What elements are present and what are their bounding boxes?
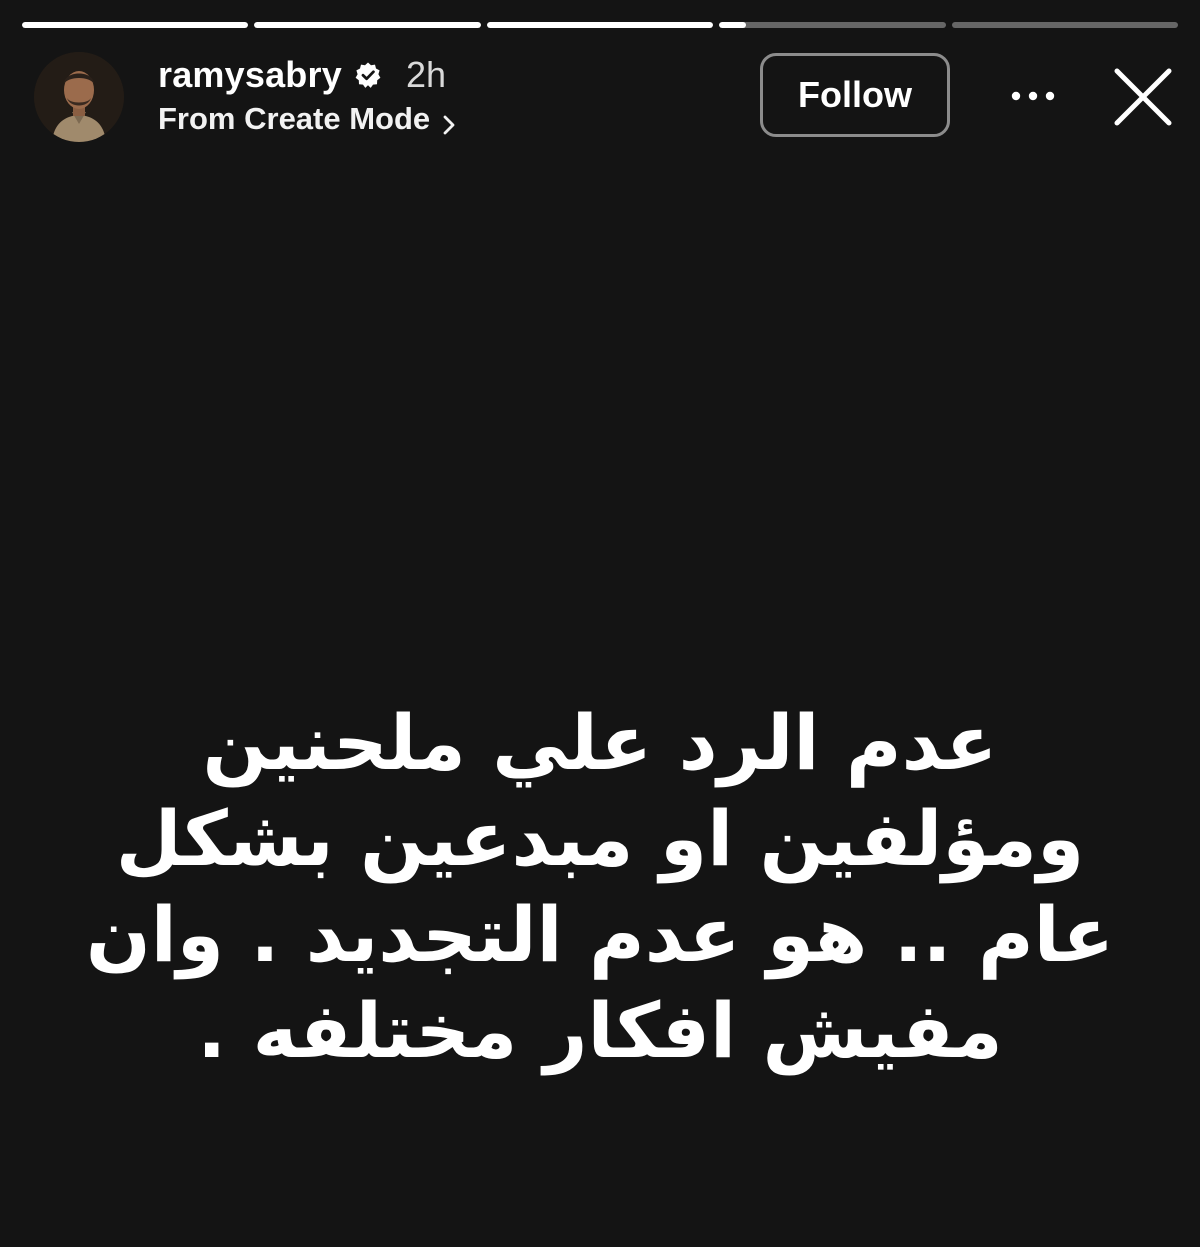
close-icon[interactable] [1112,66,1174,128]
create-mode-link[interactable]: From Create Mode [158,98,456,140]
progress-segment [22,22,249,28]
progress-segment [254,22,481,28]
progress-segment-fill [254,22,481,28]
post-time: 2h [405,54,446,95]
avatar-photo [34,52,124,142]
avatar[interactable] [34,52,124,142]
username[interactable]: ramysabry [158,54,342,96]
story-text: عدم الرد علي ملحنين ومؤلفين او مبدعين بش… [85,698,1115,1075]
progress-segment [486,22,714,28]
progress-segment-fill [486,22,714,28]
follow-button[interactable]: Follow [760,53,950,137]
more-horizontal-icon[interactable] [1004,74,1062,118]
progress-segment [719,22,946,28]
create-mode-label: From Create Mode [158,101,431,136]
story-progress-bar [22,22,1179,28]
chevron-right-icon [442,108,456,135]
verified-badge-icon [354,61,382,89]
progress-segment-fill [719,22,747,28]
progress-segment [951,22,1179,28]
progress-segment-fill [22,22,249,28]
story-user-row: ramysabry 2h [158,52,446,98]
